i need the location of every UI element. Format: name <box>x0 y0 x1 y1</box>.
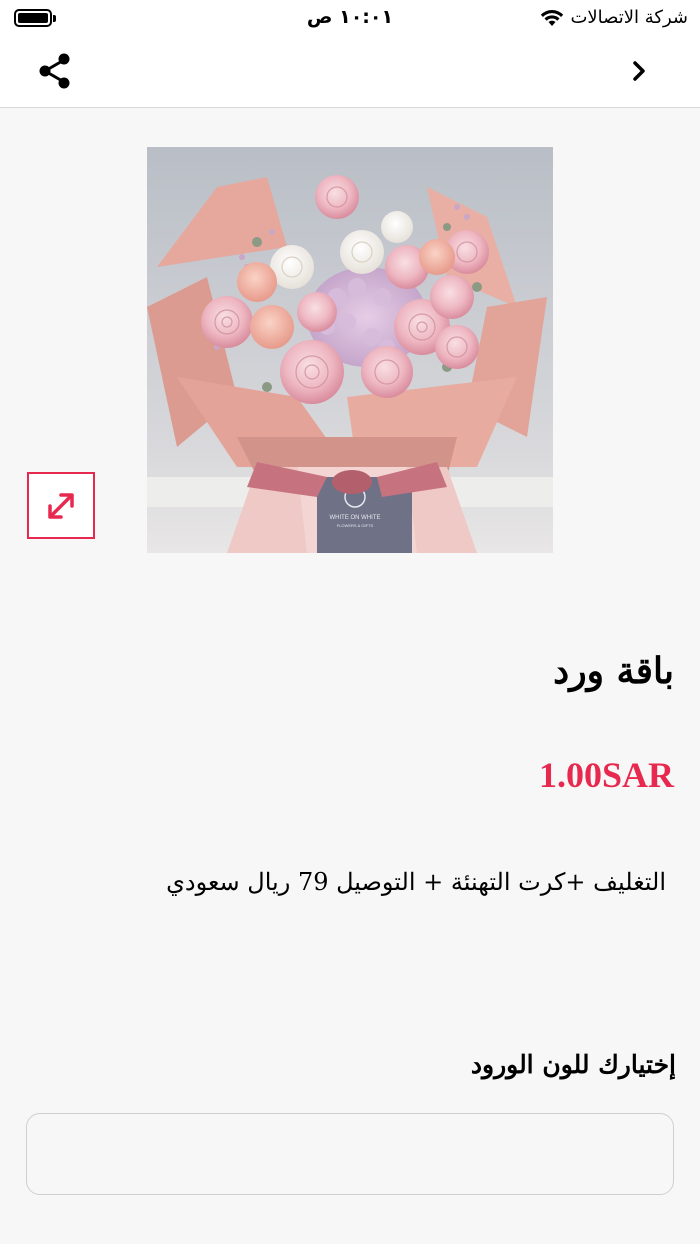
share-button[interactable] <box>36 51 74 91</box>
product-price: 1.00SAR <box>538 755 674 795</box>
bouquet-image: WHITE ON WHITE FLOWERS & GIFTS <box>147 147 553 553</box>
status-time: ١٠:٠١ ص <box>306 6 394 28</box>
expand-icon <box>48 492 74 519</box>
product-image[interactable]: WHITE ON WHITE FLOWERS & GIFTS <box>147 147 553 553</box>
bouquet-brand-sublabel: FLOWERS & GIFTS <box>337 523 374 528</box>
carrier-info: شركة الاتصالات <box>540 7 688 28</box>
carrier-name: شركة الاتصالات <box>570 7 688 28</box>
product-description: التغليف +كرت التهنئة + التوصيل 79 ريال س… <box>166 868 666 896</box>
bouquet-brand-label: WHITE ON WHITE <box>330 515 381 521</box>
color-option-label: إختيارك للون الورود <box>470 1050 676 1079</box>
share-icon <box>39 53 70 89</box>
expand-image-button[interactable] <box>27 472 95 539</box>
navigation-bar <box>0 38 700 108</box>
chevron-right-icon <box>633 61 645 81</box>
wifi-icon <box>541 9 564 26</box>
product-title: باقة ورد <box>553 650 674 692</box>
battery-icon <box>14 9 56 27</box>
flower-color-input[interactable] <box>26 1113 674 1195</box>
status-bar: ١٠:٠١ ص شركة الاتصالات <box>0 0 700 38</box>
back-button[interactable] <box>628 56 652 86</box>
